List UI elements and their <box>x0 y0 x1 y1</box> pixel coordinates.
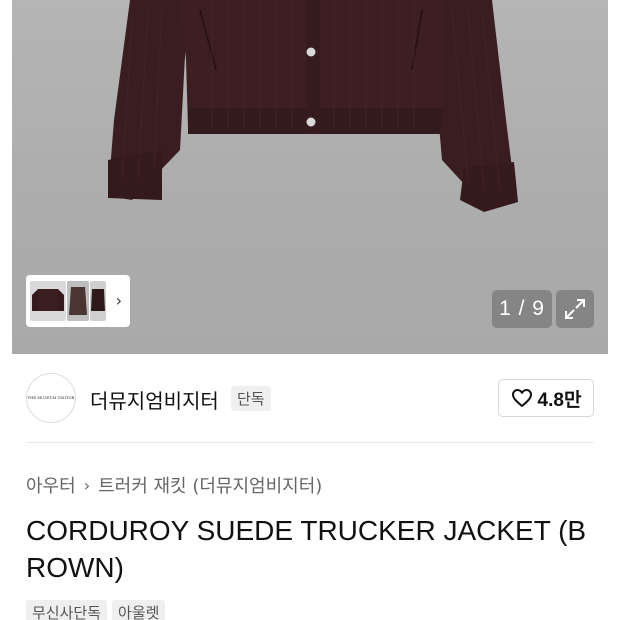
gallery-left-edge <box>0 0 12 354</box>
thumbnail-2[interactable] <box>67 281 89 321</box>
brand-logo[interactable]: THE MUSEUM VISITOR <box>26 373 76 423</box>
chevron-right-icon: › <box>83 475 91 495</box>
thumbnail-strip[interactable]: › <box>26 275 130 327</box>
product-title: CORDUROY SUEDE TRUCKER JACKET (BROWN) <box>26 515 587 583</box>
exclusive-badge: 단독 <box>231 386 271 411</box>
thumbnail-3[interactable] <box>90 281 106 321</box>
expand-icon <box>565 299 585 319</box>
tag-musinsa-exclusive: 무신사단독 <box>26 600 108 620</box>
product-image-gallery[interactable]: › 1 / 9 <box>12 0 608 354</box>
thumbnail-next-icon[interactable]: › <box>116 291 122 310</box>
breadcrumb-subcategory[interactable]: 트러커 재킷 (더뮤지엄비지터) <box>98 472 322 498</box>
tag-outlet: 아울렛 <box>112 600 166 620</box>
breadcrumb: 아우터 › 트러커 재킷 (더뮤지엄비지터) <box>26 472 322 498</box>
image-counter: 1 / 9 <box>492 290 552 328</box>
breadcrumb-category[interactable]: 아우터 <box>26 472 76 498</box>
like-button[interactable]: 4.8만 <box>498 379 594 417</box>
brand-name[interactable]: 더뮤지엄비지터 <box>90 385 219 414</box>
divider <box>26 442 594 443</box>
product-tags: 무신사단독 아울렛 <box>26 600 166 620</box>
like-count: 4.8만 <box>537 389 582 411</box>
gallery-right-edge <box>608 0 620 354</box>
thumbnail-1[interactable] <box>30 281 66 321</box>
fullscreen-button[interactable] <box>556 290 594 328</box>
brand-row: THE MUSEUM VISITOR 더뮤지엄비지터 단독 4.8만 <box>26 373 594 425</box>
heart-outline-icon <box>511 389 532 407</box>
